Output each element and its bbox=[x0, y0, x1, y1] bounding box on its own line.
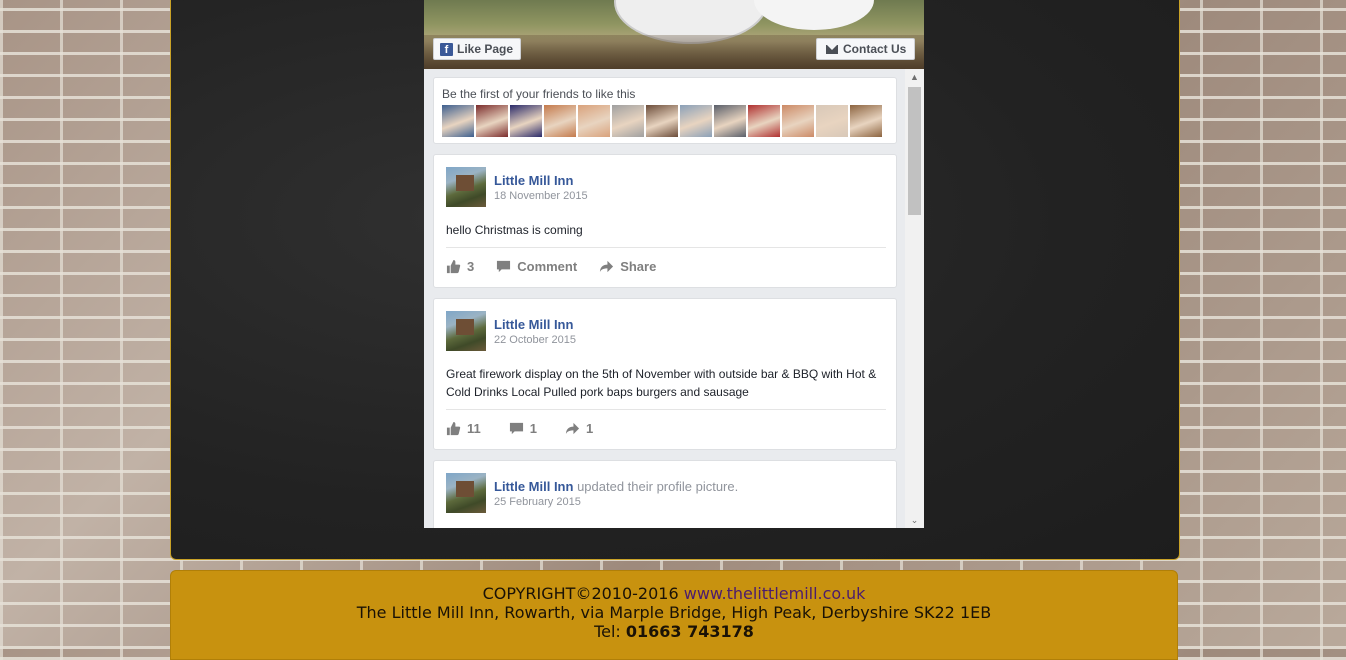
post-text: hello Christmas is coming bbox=[446, 223, 583, 237]
comment-action[interactable]: Comment bbox=[496, 259, 577, 274]
friend-avatars bbox=[442, 105, 882, 137]
page-avatar[interactable] bbox=[446, 311, 486, 351]
telephone-line: Tel: 01663 743178 bbox=[171, 622, 1177, 641]
copyright-line: COPYRIGHT©2010-2016 www.thelittlemill.co… bbox=[171, 584, 1177, 603]
friend-avatar[interactable] bbox=[510, 105, 542, 137]
post-divider bbox=[446, 247, 886, 248]
friends-prompt: Be the first of your friends to like thi… bbox=[442, 87, 636, 101]
post-card: Little Mill Inn updated their profile pi… bbox=[433, 460, 897, 528]
like-page-button[interactable]: f Like Page bbox=[433, 38, 521, 60]
comment-count: 1 bbox=[529, 421, 537, 436]
post-date[interactable]: 25 February 2015 bbox=[494, 496, 581, 508]
friend-avatar[interactable] bbox=[850, 105, 882, 137]
friend-avatar[interactable] bbox=[646, 105, 678, 137]
scroll-up-arrow-icon[interactable]: ▲ bbox=[905, 71, 924, 83]
feed[interactable]: Be the first of your friends to like thi… bbox=[424, 69, 914, 528]
copyright-text: COPYRIGHT©2010-2016 bbox=[482, 584, 679, 603]
friends-card: Be the first of your friends to like thi… bbox=[433, 77, 897, 144]
address: The Little Mill Inn, Rowarth, via Marple… bbox=[356, 603, 992, 622]
post-subtitle: updated their profile picture. bbox=[577, 479, 739, 494]
friend-avatar[interactable] bbox=[816, 105, 848, 137]
share-icon bbox=[600, 260, 614, 273]
friend-avatar[interactable] bbox=[680, 105, 712, 137]
page-avatar[interactable] bbox=[446, 167, 486, 207]
thumbs-up-icon bbox=[446, 259, 461, 274]
post-author[interactable]: Little Mill Inn bbox=[494, 173, 573, 188]
post-date[interactable]: 18 November 2015 bbox=[494, 190, 588, 202]
friend-avatar[interactable] bbox=[544, 105, 576, 137]
page-avatar[interactable] bbox=[446, 473, 486, 513]
share-icon bbox=[565, 422, 580, 435]
facebook-icon: f bbox=[440, 42, 453, 56]
friend-avatar[interactable] bbox=[612, 105, 644, 137]
contact-us-button[interactable]: Contact Us bbox=[816, 38, 915, 60]
post-author[interactable]: Little Mill Inn bbox=[494, 317, 573, 332]
contact-us-label: Contact Us bbox=[843, 42, 907, 56]
like-action[interactable]: 11 bbox=[446, 421, 481, 436]
envelope-icon bbox=[826, 44, 838, 54]
site-footer: COPYRIGHT©2010-2016 www.thelittlemill.co… bbox=[170, 570, 1178, 660]
facebook-page-widget[interactable]: f Like Page Contact Us Be the first of y… bbox=[424, 0, 924, 528]
like-count: 11 bbox=[467, 421, 481, 436]
comment-icon bbox=[509, 422, 523, 435]
share-label: Share bbox=[620, 259, 657, 274]
post-divider bbox=[446, 409, 886, 410]
post-text: Great firework display on the 5th of Nov… bbox=[446, 367, 877, 399]
thumbs-up-icon bbox=[446, 421, 461, 436]
share-action[interactable]: Share bbox=[599, 259, 656, 274]
post-author[interactable]: Little Mill Inn bbox=[494, 479, 573, 494]
post-date[interactable]: 22 October 2015 bbox=[494, 334, 576, 346]
comment-icon bbox=[497, 260, 511, 273]
tel-number[interactable]: 01663 743178 bbox=[626, 622, 754, 641]
comment-action[interactable]: 1 bbox=[509, 421, 537, 436]
like-count: 3 bbox=[467, 259, 475, 274]
friend-avatar[interactable] bbox=[476, 105, 508, 137]
post-card: Little Mill Inn 22 October 2015 Great fi… bbox=[433, 298, 897, 450]
website-link[interactable]: www.thelittlemill.co.uk bbox=[684, 584, 866, 603]
comment-label: Comment bbox=[517, 259, 578, 274]
scroll-down-arrow-icon[interactable]: ⌄ bbox=[905, 514, 924, 526]
share-action[interactable]: 1 bbox=[565, 421, 593, 436]
friend-avatar[interactable] bbox=[578, 105, 610, 137]
post-actions: 11 1 1 bbox=[446, 421, 593, 436]
post-card: Little Mill Inn 18 November 2015 hello C… bbox=[433, 154, 897, 288]
tel-label: Tel: bbox=[594, 622, 621, 641]
post-author-line: Little Mill Inn updated their profile pi… bbox=[494, 479, 738, 494]
post-actions: 3 Comment Share bbox=[446, 259, 656, 274]
friend-avatar[interactable] bbox=[442, 105, 474, 137]
feed-scrollbar[interactable]: ▲ ⌄ bbox=[905, 69, 924, 528]
friend-avatar[interactable] bbox=[782, 105, 814, 137]
like-action[interactable]: 3 bbox=[446, 259, 474, 274]
like-page-label: Like Page bbox=[457, 42, 514, 56]
umbrella-image-detail bbox=[754, 0, 874, 30]
scroll-thumb[interactable] bbox=[908, 87, 921, 215]
friend-avatar[interactable] bbox=[714, 105, 746, 137]
friend-avatar[interactable] bbox=[748, 105, 780, 137]
share-count: 1 bbox=[585, 421, 594, 436]
